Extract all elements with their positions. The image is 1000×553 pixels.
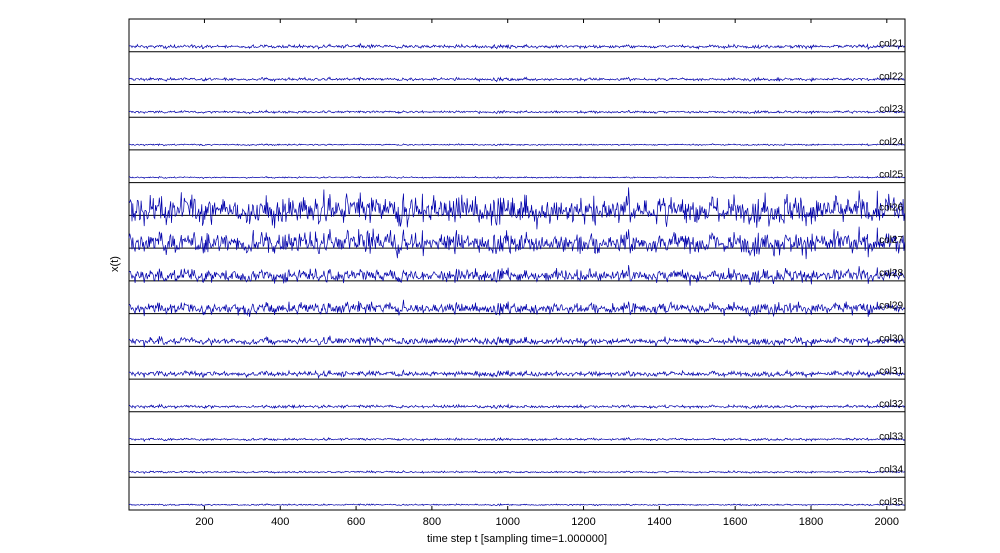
strip-label-col24: col24 <box>879 137 903 148</box>
x-tick-label: 1400 <box>647 516 671 528</box>
strip-label-col29: col29 <box>879 301 903 312</box>
x-tick-label: 400 <box>271 516 289 528</box>
strip-label-col25: col25 <box>879 170 903 181</box>
strip-label-col35: col35 <box>879 497 903 508</box>
stacked-signal-chart: col21 col22 col23 col24 col25 col26 col27 col28… <box>109 18 906 545</box>
strip-label-col22: col22 <box>879 71 903 82</box>
strip-label-col34: col34 <box>879 464 903 475</box>
x-tick-label: 2000 <box>875 516 899 528</box>
strip-label-col28: col28 <box>879 268 903 279</box>
x-tick-label: 1000 <box>495 516 519 528</box>
x-tick-label: 200 <box>195 516 213 528</box>
x-tick-label: 800 <box>423 516 441 528</box>
x-tick-label: 1800 <box>799 516 823 528</box>
strip-label-col30: col30 <box>879 333 903 344</box>
strip-label-col27: col27 <box>879 235 903 246</box>
x-tick-label: 1200 <box>571 516 595 528</box>
strip-label-col32: col32 <box>879 399 903 410</box>
y-axis-label: x(t) <box>109 256 121 272</box>
x-tick-label: 1600 <box>723 516 747 528</box>
strip-label-col23: col23 <box>879 104 903 115</box>
plot-frame <box>128 18 906 511</box>
strip-label-col21: col21 <box>879 39 903 50</box>
x-tick-label: 600 <box>347 516 365 528</box>
strip-label-col31: col31 <box>879 366 903 377</box>
x-axis-label: time step t [sampling time=1.000000] <box>427 533 607 545</box>
strip-label-col26: col26 <box>879 202 903 213</box>
strip-label-col33: col33 <box>879 432 903 443</box>
